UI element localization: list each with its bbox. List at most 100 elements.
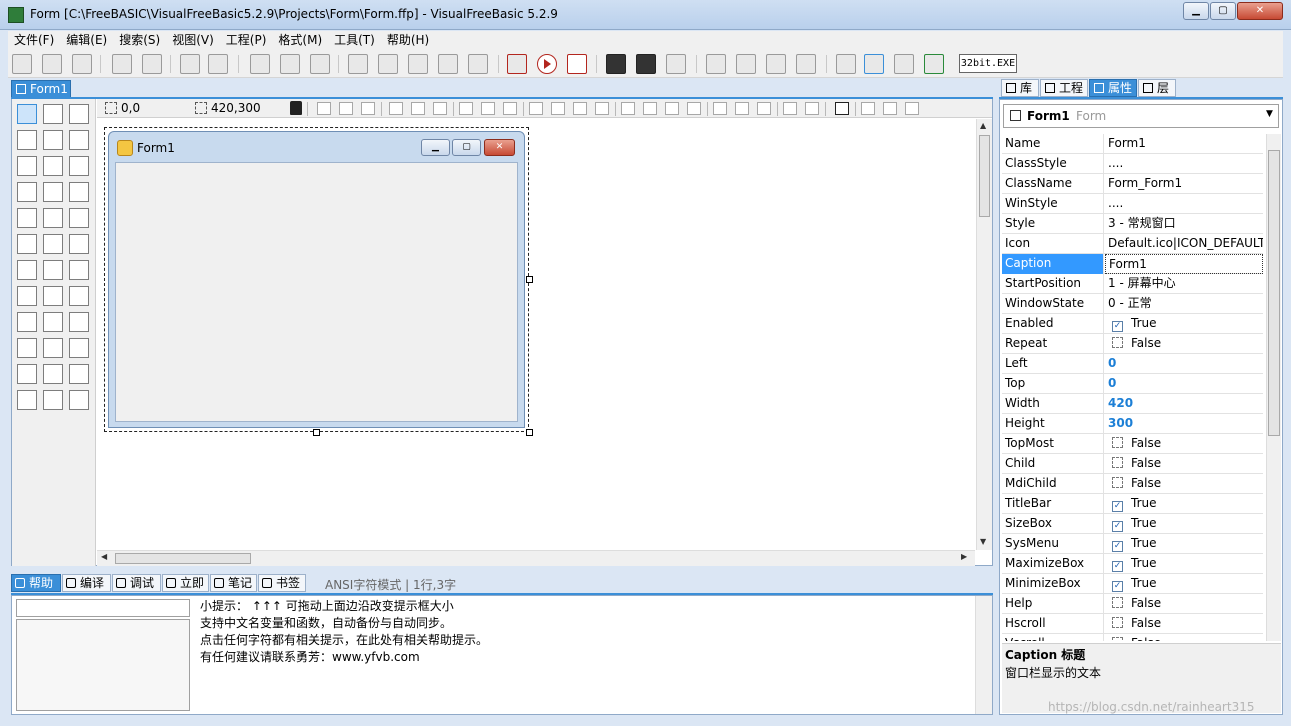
property-row[interactable]: MinimizeBox ✓ True	[1002, 574, 1263, 594]
same-width-icon[interactable]	[459, 102, 473, 115]
canvas-vertical-scrollbar[interactable]: ▲ ▼	[976, 119, 992, 550]
property-value[interactable]: False	[1105, 454, 1263, 474]
tools-icon[interactable]	[836, 54, 856, 74]
alert-tool-icon[interactable]	[43, 390, 63, 410]
checkbox-unchecked-icon[interactable]	[1112, 457, 1123, 468]
property-value[interactable]: False	[1105, 614, 1263, 634]
richtext-tool-icon[interactable]	[43, 234, 63, 254]
property-row[interactable]: Style 3 - 常规窗口	[1002, 214, 1263, 234]
run-icon[interactable]	[537, 54, 557, 74]
scroll-up-icon[interactable]: ▲	[980, 121, 986, 130]
listbox-tool-icon[interactable]	[43, 182, 63, 202]
tab-immediate[interactable]: 立即	[162, 574, 209, 592]
icon-tool-icon[interactable]	[69, 390, 89, 410]
property-value[interactable]: 420	[1105, 394, 1263, 414]
step-into-icon[interactable]	[706, 54, 726, 74]
scroll-thumb[interactable]	[1268, 150, 1280, 436]
open-folder-icon[interactable]	[42, 54, 62, 74]
view-both-icon[interactable]	[905, 102, 919, 115]
h-spacing-equal-icon[interactable]	[529, 102, 543, 115]
scroll-right-icon[interactable]: ▶	[961, 552, 967, 561]
help-topic-list[interactable]	[16, 619, 190, 711]
property-value[interactable]: ✓ True	[1105, 574, 1263, 594]
property-value[interactable]: False	[1105, 434, 1263, 454]
property-row[interactable]: ClassStyle....	[1002, 154, 1263, 174]
tabcontrol-tool-icon[interactable]	[43, 286, 63, 306]
stop-debug-icon[interactable]	[796, 54, 816, 74]
lock-icon[interactable]	[290, 101, 302, 115]
minimize-button[interactable]: ▁	[1183, 2, 1209, 20]
scroll-thumb[interactable]	[115, 553, 251, 564]
property-value[interactable]: ✓ True	[1105, 514, 1263, 534]
checkbox-unchecked-icon[interactable]	[1112, 477, 1123, 488]
property-value[interactable]: Form_Form1	[1105, 174, 1263, 194]
property-value[interactable]: False	[1105, 474, 1263, 494]
save-icon[interactable]	[72, 54, 92, 74]
favorites-icon[interactable]	[894, 54, 914, 74]
tab-debug[interactable]: 调试	[112, 574, 161, 592]
checkbox-checked-icon[interactable]: ✓	[1112, 541, 1123, 552]
step-over-icon[interactable]	[736, 54, 756, 74]
help-scrollbar[interactable]	[975, 596, 992, 714]
checkbox-checked-icon[interactable]: ✓	[1112, 561, 1123, 572]
property-row[interactable]: Caption Form1	[1002, 254, 1263, 274]
database-tool-icon[interactable]	[17, 390, 37, 410]
checkbox-unchecked-icon[interactable]	[1112, 597, 1123, 608]
timer-tool-icon[interactable]	[17, 234, 37, 254]
calendar-tool-icon[interactable]	[43, 338, 63, 358]
property-value[interactable]: 0	[1105, 374, 1263, 394]
tab-properties[interactable]: 属性	[1089, 79, 1137, 97]
tab-project[interactable]: 工程	[1040, 79, 1088, 97]
image-tool-icon[interactable]	[43, 130, 63, 150]
checkbox-checked-icon[interactable]: ✓	[1112, 581, 1123, 592]
tab-order-icon[interactable]	[835, 102, 849, 115]
property-value[interactable]: ✓ True	[1105, 494, 1263, 514]
property-value[interactable]: ✓ True	[1105, 314, 1263, 334]
vfb-icon[interactable]	[924, 54, 944, 74]
property-value[interactable]: False	[1105, 634, 1263, 641]
checkbox-unchecked-icon[interactable]	[1112, 637, 1123, 641]
property-row[interactable]: Left 0	[1002, 354, 1263, 374]
redo-icon[interactable]	[208, 54, 228, 74]
v-spacing-decrease-icon[interactable]	[665, 102, 679, 115]
help-search-input[interactable]	[16, 599, 190, 617]
copy-icon[interactable]	[280, 54, 300, 74]
outdent-icon[interactable]	[408, 54, 428, 74]
h-spacing-remove-icon[interactable]	[595, 102, 609, 115]
property-row[interactable]: MdiChild False	[1002, 474, 1263, 494]
pen-tool-icon[interactable]	[69, 208, 89, 228]
step-out-icon[interactable]	[766, 54, 786, 74]
checkbox-tool-icon[interactable]	[69, 156, 89, 176]
shape-tool-icon[interactable]	[69, 104, 89, 124]
v-spacing-increase-icon[interactable]	[643, 102, 657, 115]
property-value[interactable]: 300	[1105, 414, 1263, 434]
property-value[interactable]: Form1	[1105, 134, 1263, 154]
property-value[interactable]: Default.ico|ICON_DEFAULT	[1105, 234, 1263, 254]
chevron-down-icon[interactable]: ▼	[1266, 109, 1273, 119]
property-row[interactable]: MaximizeBox ✓ True	[1002, 554, 1263, 574]
indent-icon[interactable]	[378, 54, 398, 74]
property-value[interactable]: False	[1105, 594, 1263, 614]
property-row[interactable]: Name Form1	[1002, 134, 1263, 154]
view-code-icon[interactable]	[861, 102, 875, 115]
close-button[interactable]: ✕	[1237, 2, 1283, 20]
checkbox-checked-icon[interactable]: ✓	[1112, 521, 1123, 532]
tab-form1[interactable]: Form1	[11, 80, 71, 98]
list-icon[interactable]	[438, 54, 458, 74]
listview-tool-icon[interactable]	[69, 234, 89, 254]
align-bottom-icon[interactable]	[433, 102, 447, 115]
h-spacing-decrease-icon[interactable]	[573, 102, 587, 115]
treeview-tool-icon[interactable]	[17, 286, 37, 306]
line-tool-icon[interactable]	[17, 130, 37, 150]
chart-tool-icon[interactable]	[43, 260, 63, 280]
property-value[interactable]: ✓ True	[1105, 534, 1263, 554]
align-right-icon[interactable]	[361, 102, 375, 115]
menu-view[interactable]: 视图(V)	[166, 31, 220, 49]
property-value[interactable]: 1 - 屏幕中心	[1105, 274, 1263, 294]
frame-tool-icon[interactable]	[69, 130, 89, 150]
resource-icon[interactable]	[666, 54, 686, 74]
browser-tool-icon[interactable]	[17, 364, 37, 384]
view-form-icon[interactable]	[883, 102, 897, 115]
property-value[interactable]: Form1	[1105, 254, 1263, 274]
v-spacing-remove-icon[interactable]	[687, 102, 701, 115]
